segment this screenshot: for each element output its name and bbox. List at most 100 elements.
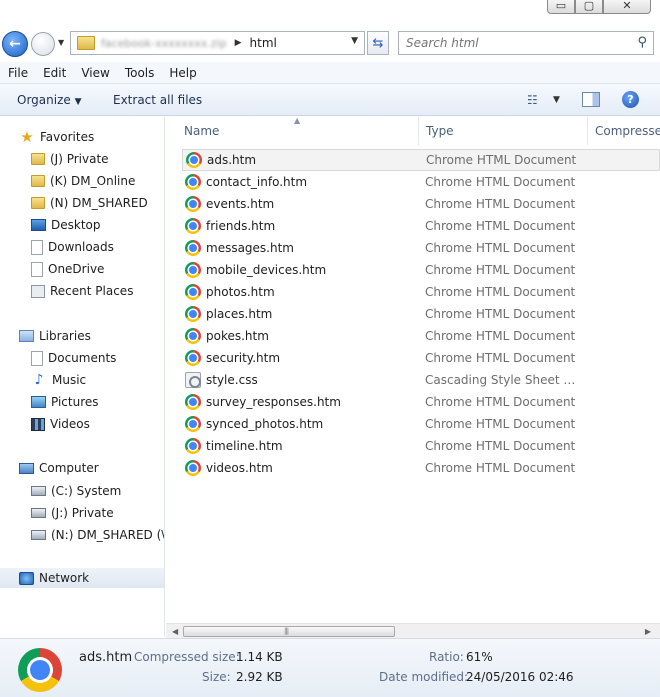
maximize-button[interactable]: ▢ — [575, 0, 603, 14]
nav-item-documents[interactable]: Documents — [31, 348, 116, 368]
table-row[interactable]: survey_responses.htm Chrome HTML Document — [182, 391, 660, 413]
music-icon: ♪ — [34, 372, 44, 388]
nav-item-j-private-drive[interactable]: (J:) Private — [31, 503, 114, 523]
back-button[interactable]: ← — [2, 31, 28, 57]
help-icon[interactable]: ? — [622, 91, 639, 108]
forward-button[interactable] — [31, 32, 55, 56]
details-modified-value: 24/05/2016 02:46 — [466, 670, 574, 684]
sort-ascending-icon: ▲ — [294, 117, 301, 125]
nav-item-c-system[interactable]: (C:) System — [31, 481, 121, 501]
chrome-icon — [185, 328, 201, 344]
title-bar: ▭ ▢ ✕ — [0, 0, 660, 24]
nav-item-music[interactable]: ♪ Music — [31, 370, 87, 390]
nav-item-desktop[interactable]: Desktop — [31, 215, 101, 235]
nav-item-pictures[interactable]: Pictures — [31, 392, 99, 412]
desktop-icon — [31, 219, 46, 231]
menu-file[interactable]: File — [8, 66, 28, 80]
table-row[interactable]: synced_photos.htm Chrome HTML Document — [182, 413, 660, 435]
change-view-icon[interactable]: ☷ — [527, 93, 538, 107]
column-header-type[interactable]: Type — [426, 117, 454, 145]
file-name: messages.htm — [206, 241, 294, 255]
table-row[interactable]: friends.htm Chrome HTML Document — [182, 215, 660, 237]
nav-item-k-dm-online[interactable]: (K) DM_Online — [31, 171, 135, 191]
nav-item-n-dm-shared-drive[interactable]: (N:) DM_SHARED (\\ — [31, 525, 164, 545]
table-row[interactable]: style.css Cascading Style Sheet Do... — [182, 369, 660, 391]
close-button[interactable]: ✕ — [603, 0, 651, 14]
network-drive-icon — [31, 508, 46, 518]
table-row[interactable]: places.htm Chrome HTML Document — [182, 303, 660, 325]
menu-tools[interactable]: Tools — [125, 66, 155, 80]
nav-favorites[interactable]: ★ Favorites — [19, 127, 94, 147]
breadcrumb-current[interactable]: html — [250, 36, 277, 50]
breadcrumb-previous[interactable]: facebook-xxxxxxxx.zip — [101, 37, 227, 50]
file-type: Chrome HTML Document — [425, 417, 576, 431]
star-icon: ★ — [20, 128, 34, 146]
nav-item-n-dm-shared[interactable]: (N) DM_SHARED — [31, 193, 148, 213]
extract-all-button[interactable]: Extract all files — [113, 93, 202, 107]
breadcrumb-separator-icon[interactable]: ▶ — [235, 38, 242, 48]
close-icon: ✕ — [622, 0, 632, 12]
table-row[interactable]: mobile_devices.htm Chrome HTML Document — [182, 259, 660, 281]
preview-pane-icon[interactable] — [582, 92, 600, 107]
search-box[interactable]: ⚲ — [398, 31, 654, 55]
scrollbar-thumb[interactable]: ||| — [183, 626, 395, 637]
nav-item-videos[interactable]: Videos — [31, 414, 90, 434]
recent-pages-dropdown[interactable]: ▼ — [58, 38, 64, 47]
recent-places-icon — [31, 284, 45, 298]
table-row[interactable]: events.htm Chrome HTML Document — [182, 193, 660, 215]
minimize-button[interactable]: ▭ — [547, 0, 575, 14]
address-dropdown-icon[interactable]: ▼ — [351, 36, 358, 46]
refresh-button[interactable]: ⇆ — [367, 31, 389, 55]
view-options-dropdown[interactable]: ▼ — [553, 95, 560, 105]
search-input[interactable] — [399, 32, 619, 54]
nav-item-recent-places[interactable]: Recent Places — [31, 281, 133, 301]
nav-libraries[interactable]: Libraries — [19, 326, 91, 346]
nav-network[interactable]: Network — [19, 568, 89, 588]
nav-item-onedrive[interactable]: OneDrive — [31, 259, 104, 279]
organize-button[interactable]: Organize ▼ — [17, 93, 82, 107]
details-ratio-value: 61% — [466, 650, 493, 664]
folder-icon — [31, 175, 45, 187]
menu-help[interactable]: Help — [169, 66, 196, 80]
file-type: Chrome HTML Document — [425, 241, 576, 255]
chrome-icon — [185, 218, 201, 234]
downloads-icon — [31, 239, 43, 255]
menu-edit[interactable]: Edit — [43, 66, 66, 80]
folder-icon — [77, 36, 95, 50]
explorer-window: ▭ ▢ ✕ ← ▼ facebook-xxxxxxxx.zip ▶ html ▼… — [0, 0, 660, 697]
videos-icon — [31, 417, 45, 431]
table-row[interactable]: pokes.htm Chrome HTML Document — [182, 325, 660, 347]
scroll-right-icon[interactable]: ▶ — [645, 627, 651, 636]
table-row[interactable]: videos.htm Chrome HTML Document — [182, 457, 660, 479]
nav-item-downloads[interactable]: Downloads — [31, 237, 114, 257]
pictures-icon — [31, 396, 46, 408]
maximize-icon: ▢ — [583, 0, 595, 12]
drive-icon — [31, 486, 46, 496]
menu-bar: File Edit View Tools Help — [0, 62, 660, 84]
details-size-value: 2.92 KB — [236, 670, 283, 684]
table-row[interactable]: ads.htm Chrome HTML Document — [182, 149, 660, 171]
menu-view[interactable]: View — [81, 66, 109, 80]
file-type: Chrome HTML Document — [425, 461, 576, 475]
column-header-compressed[interactable]: Compresse — [595, 117, 660, 145]
table-row[interactable]: messages.htm Chrome HTML Document — [182, 237, 660, 259]
chrome-icon — [185, 196, 201, 212]
computer-icon — [19, 462, 34, 474]
horizontal-scrollbar[interactable]: ◀ ||| ▶ — [166, 623, 660, 638]
column-header-name[interactable]: Name — [184, 117, 219, 145]
scroll-left-icon[interactable]: ◀ — [172, 627, 178, 636]
search-icon[interactable]: ⚲ — [637, 35, 647, 50]
nav-item-j-private[interactable]: (J) Private — [31, 149, 109, 169]
column-divider[interactable] — [418, 117, 419, 145]
table-row[interactable]: photos.htm Chrome HTML Document — [182, 281, 660, 303]
table-row[interactable]: timeline.htm Chrome HTML Document — [182, 435, 660, 457]
navigation-pane[interactable]: ★ Favorites (J) Private (K) DM_Online (N)… — [0, 117, 165, 637]
table-row[interactable]: security.htm Chrome HTML Document — [182, 347, 660, 369]
nav-computer[interactable]: Computer — [19, 458, 99, 478]
css-file-icon — [185, 372, 201, 388]
file-name: photos.htm — [206, 285, 275, 299]
table-row[interactable]: contact_info.htm Chrome HTML Document — [182, 171, 660, 193]
file-list[interactable]: Name ▲ Type Compresse ads.htm Chrome HTML… — [166, 117, 660, 623]
column-divider[interactable] — [587, 117, 588, 145]
address-bar[interactable]: facebook-xxxxxxxx.zip ▶ html ▼ — [70, 31, 365, 55]
